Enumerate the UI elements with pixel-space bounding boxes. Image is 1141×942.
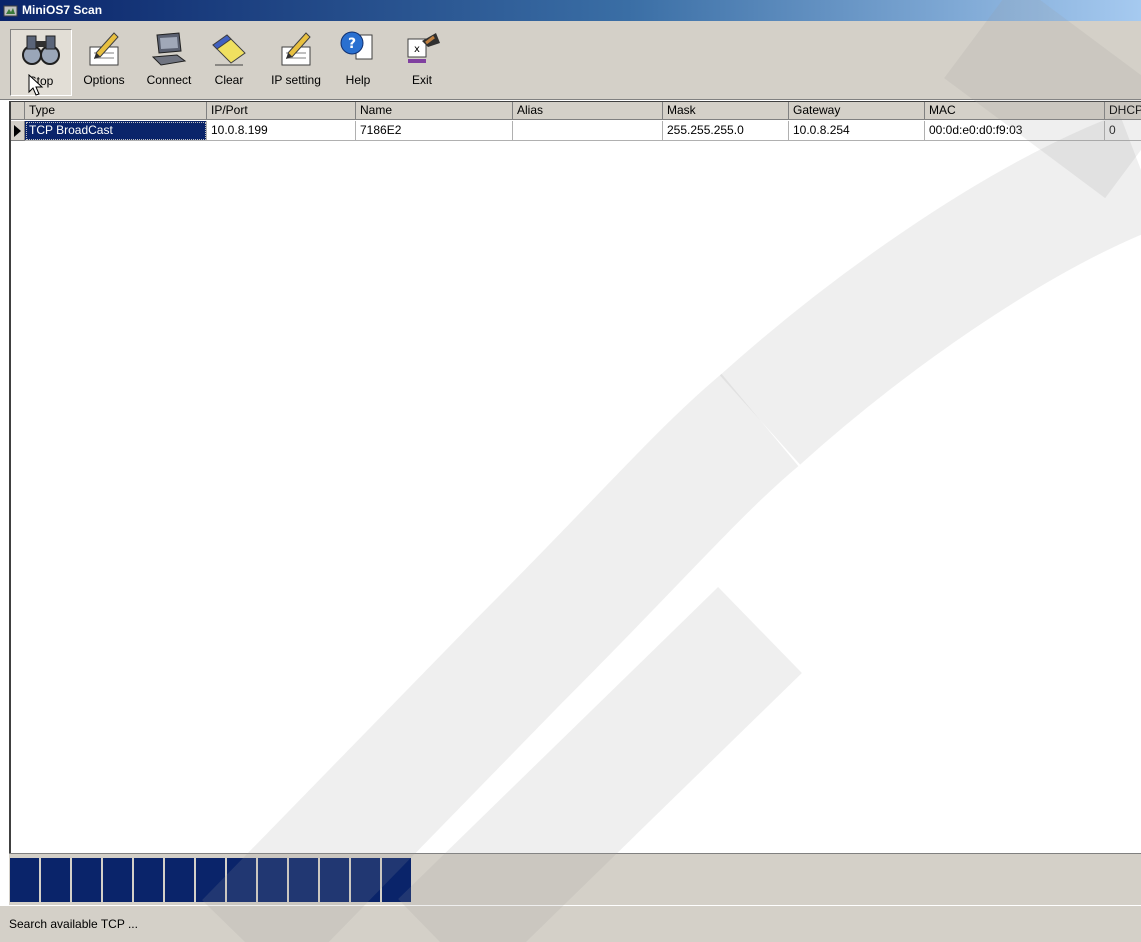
clear-label: Clear: [214, 73, 244, 87]
svg-text:?: ?: [348, 36, 356, 52]
column-header-mac[interactable]: MAC: [925, 102, 1105, 120]
exit-icon: x: [407, 33, 440, 63]
computer-icon: [151, 32, 187, 66]
status-bar: Search available TCP ...: [0, 905, 1141, 942]
column-header-dhcp[interactable]: DHCP: [1105, 102, 1141, 120]
column-header-alias[interactable]: Alias: [513, 102, 663, 120]
progress-block: [165, 858, 194, 902]
window-title: MiniOS7 Scan: [22, 3, 103, 17]
clear-button[interactable]: Clear: [207, 29, 251, 94]
progress-block: [10, 858, 39, 902]
pen-paper-icon: [89, 32, 119, 66]
exit-button[interactable]: x Exit: [400, 29, 444, 94]
cell-ip-port[interactable]: 10.0.8.199: [207, 121, 356, 141]
toolbar: Stop Options Connect Clear IP setting ? …: [0, 21, 1141, 100]
device-table[interactable]: Type IP/Port Name Alias Mask Gateway MAC…: [9, 101, 1141, 853]
progress-block: [351, 858, 380, 902]
ip-setting-label: IP setting: [271, 73, 321, 87]
cell-mac[interactable]: 00:0d:e0:d0:f9:03: [925, 121, 1105, 141]
column-header-gateway[interactable]: Gateway: [789, 102, 925, 120]
cell-mask[interactable]: 255.255.255.0: [663, 121, 789, 141]
help-label: Help: [345, 73, 371, 87]
progress-block: [196, 858, 225, 902]
title-bar: MiniOS7 Scan: [0, 0, 1141, 21]
progress-block: [258, 858, 287, 902]
pen-paper-icon: [281, 32, 311, 66]
svg-text:x: x: [414, 44, 420, 55]
progress-block: [41, 858, 70, 902]
connect-button[interactable]: Connect: [140, 29, 198, 94]
progress-block: [103, 858, 132, 902]
cell-name[interactable]: 7186E2: [356, 121, 513, 141]
progress-block: [289, 858, 318, 902]
binoculars-icon: [22, 35, 60, 65]
column-header-name[interactable]: Name: [356, 102, 513, 120]
options-label: Options: [83, 73, 125, 87]
mouse-cursor-icon: [28, 74, 44, 96]
help-button[interactable]: ? Help: [338, 29, 378, 94]
help-icon: ?: [340, 31, 373, 60]
ip-setting-button[interactable]: IP setting: [265, 29, 327, 94]
eraser-icon: [212, 34, 246, 66]
app-icon: [3, 5, 18, 17]
progress-bar: [9, 853, 1141, 905]
options-button[interactable]: Options: [78, 29, 130, 94]
progress-block: [227, 858, 256, 902]
cell-dhcp[interactable]: 0: [1105, 121, 1141, 141]
status-text: Search available TCP ...: [9, 917, 138, 931]
column-header-ip-port[interactable]: IP/Port: [207, 102, 356, 120]
header-corner: [11, 102, 25, 120]
cell-gateway[interactable]: 10.0.8.254: [789, 121, 925, 141]
current-row-arrow-icon: [14, 125, 21, 137]
progress-block: [382, 858, 411, 902]
column-header-mask[interactable]: Mask: [663, 102, 789, 120]
progress-block: [134, 858, 163, 902]
cell-type[interactable]: TCP BroadCast: [25, 121, 207, 141]
exit-label: Exit: [411, 73, 432, 87]
cell-alias[interactable]: [513, 121, 663, 141]
column-header-type[interactable]: Type: [25, 102, 207, 120]
connect-label: Connect: [146, 73, 192, 87]
progress-block: [72, 858, 101, 902]
row-indicator[interactable]: [11, 121, 25, 141]
progress-block: [320, 858, 349, 902]
